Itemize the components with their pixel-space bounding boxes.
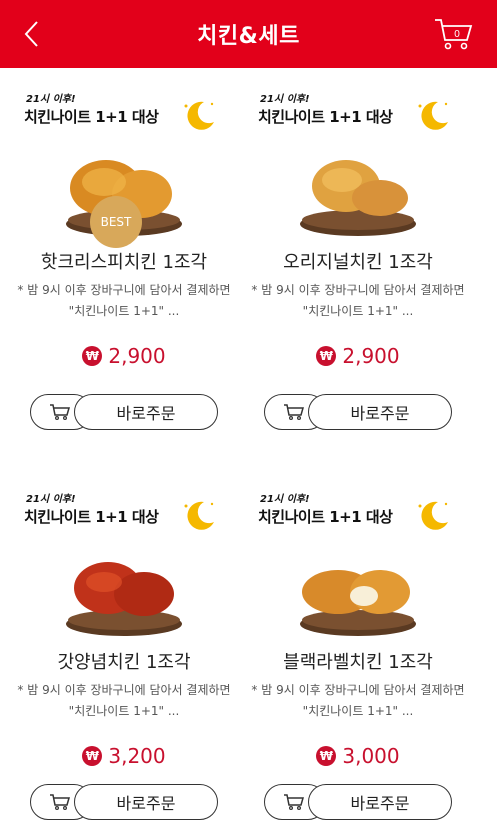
product-price: ₩ 2,900 bbox=[244, 344, 472, 368]
promo-banner: 21시 이후! 치킨나이트 1+1 대상 bbox=[20, 84, 220, 142]
promo-big-text: 치킨나이트 1+1 대상 bbox=[258, 508, 393, 526]
promo-small-text: 21시 이후! bbox=[260, 494, 310, 505]
promo-big-text: 치킨나이트 1+1 대상 bbox=[24, 508, 159, 526]
food-image bbox=[66, 562, 182, 636]
product-name: 블랙라벨치킨 1조각 bbox=[283, 652, 433, 673]
price-value: 3,000 bbox=[342, 744, 400, 768]
chevron-left-icon bbox=[24, 21, 38, 47]
promo-big-text: 치킨나이트 1+1 대상 bbox=[258, 108, 393, 126]
cart-icon bbox=[50, 404, 70, 421]
product-card[interactable]: 21시 이후! 치킨나이트 1+1 대상 BEST 핫크리스피치킨 1조각 * … bbox=[10, 68, 238, 448]
product-card[interactable]: 21시 이후! 치킨나이트 1+1 대상 오리지널치킨 1조각 * 밤 9시 이… bbox=[244, 68, 472, 448]
food-image bbox=[300, 160, 416, 236]
product-name: 갓양념치킨 1조각 bbox=[57, 652, 191, 673]
promo-banner: 21시 이후! 치킨나이트 1+1 대상 bbox=[254, 84, 454, 142]
product-card[interactable]: 21시 이후! 치킨나이트 1+1 대상 갓양념치킨 1조각 * 밤 9시 이후… bbox=[10, 468, 238, 827]
price-value: 2,900 bbox=[342, 344, 400, 368]
moon-icon bbox=[418, 101, 448, 130]
product-description: * 밤 9시 이후 장바구니에 담아서 결제하면 "치킨나이트 1+1" ... bbox=[17, 283, 231, 318]
product-price: ₩ 3,000 bbox=[244, 744, 472, 768]
promo-small-text: 21시 이후! bbox=[26, 94, 76, 105]
price-value: 2,900 bbox=[108, 344, 166, 368]
order-now-button[interactable]: 바로주문 bbox=[308, 784, 452, 820]
back-button[interactable] bbox=[14, 16, 50, 52]
product-name: 오리지널치킨 1조각 bbox=[283, 252, 433, 273]
price-value: 3,200 bbox=[108, 744, 166, 768]
promo-big-text: 치킨나이트 1+1 대상 bbox=[24, 108, 159, 126]
won-icon: ₩ bbox=[316, 746, 337, 766]
promo-banner: 21시 이후! 치킨나이트 1+1 대상 bbox=[254, 484, 454, 542]
product-description: * 밤 9시 이후 장바구니에 담아서 결제하면 "치킨나이트 1+1" ... bbox=[17, 683, 231, 718]
order-now-button[interactable]: 바로주문 bbox=[74, 394, 218, 430]
promo-banner: 21시 이후! 치킨나이트 1+1 대상 bbox=[20, 484, 220, 542]
moon-icon bbox=[184, 501, 214, 530]
moon-icon bbox=[418, 501, 448, 530]
won-icon: ₩ bbox=[316, 346, 337, 366]
promo-small-text: 21시 이후! bbox=[260, 94, 310, 105]
product-actions: 바로주문 bbox=[264, 784, 452, 820]
moon-icon bbox=[184, 101, 214, 130]
product-description: * 밤 9시 이후 장바구니에 담아서 결제하면 "치킨나이트 1+1" ... bbox=[251, 683, 465, 718]
cart-icon bbox=[284, 794, 304, 811]
product-actions: 바로주문 bbox=[30, 394, 218, 430]
cart-icon bbox=[284, 404, 304, 421]
won-icon: ₩ bbox=[82, 746, 103, 766]
product-description: * 밤 9시 이후 장바구니에 담아서 결제하면 "치킨나이트 1+1" ... bbox=[251, 283, 465, 318]
product-actions: 바로주문 bbox=[264, 394, 452, 430]
cart-icon: 0 bbox=[435, 19, 473, 50]
best-badge: BEST bbox=[90, 196, 142, 248]
order-now-button[interactable]: 바로주문 bbox=[74, 784, 218, 820]
promo-small-text: 21시 이후! bbox=[26, 494, 76, 505]
order-now-button[interactable]: 바로주문 bbox=[308, 394, 452, 430]
product-actions: 바로주문 bbox=[30, 784, 218, 820]
food-image bbox=[300, 570, 416, 636]
product-price: ₩ 2,900 bbox=[10, 344, 238, 368]
product-card[interactable]: 21시 이후! 치킨나이트 1+1 대상 블랙라벨치킨 1조각 * 밤 9시 이… bbox=[244, 468, 472, 827]
product-price: ₩ 3,200 bbox=[10, 744, 238, 768]
cart-icon bbox=[50, 794, 70, 811]
product-name: 핫크리스피치킨 1조각 bbox=[40, 252, 208, 273]
cart-count: 0 bbox=[454, 29, 460, 40]
app-header: 치킨&세트 0 bbox=[0, 0, 497, 68]
won-icon: ₩ bbox=[82, 346, 103, 366]
header-cart-button[interactable]: 0 bbox=[431, 14, 475, 54]
page-title: 치킨&세트 bbox=[197, 24, 300, 49]
